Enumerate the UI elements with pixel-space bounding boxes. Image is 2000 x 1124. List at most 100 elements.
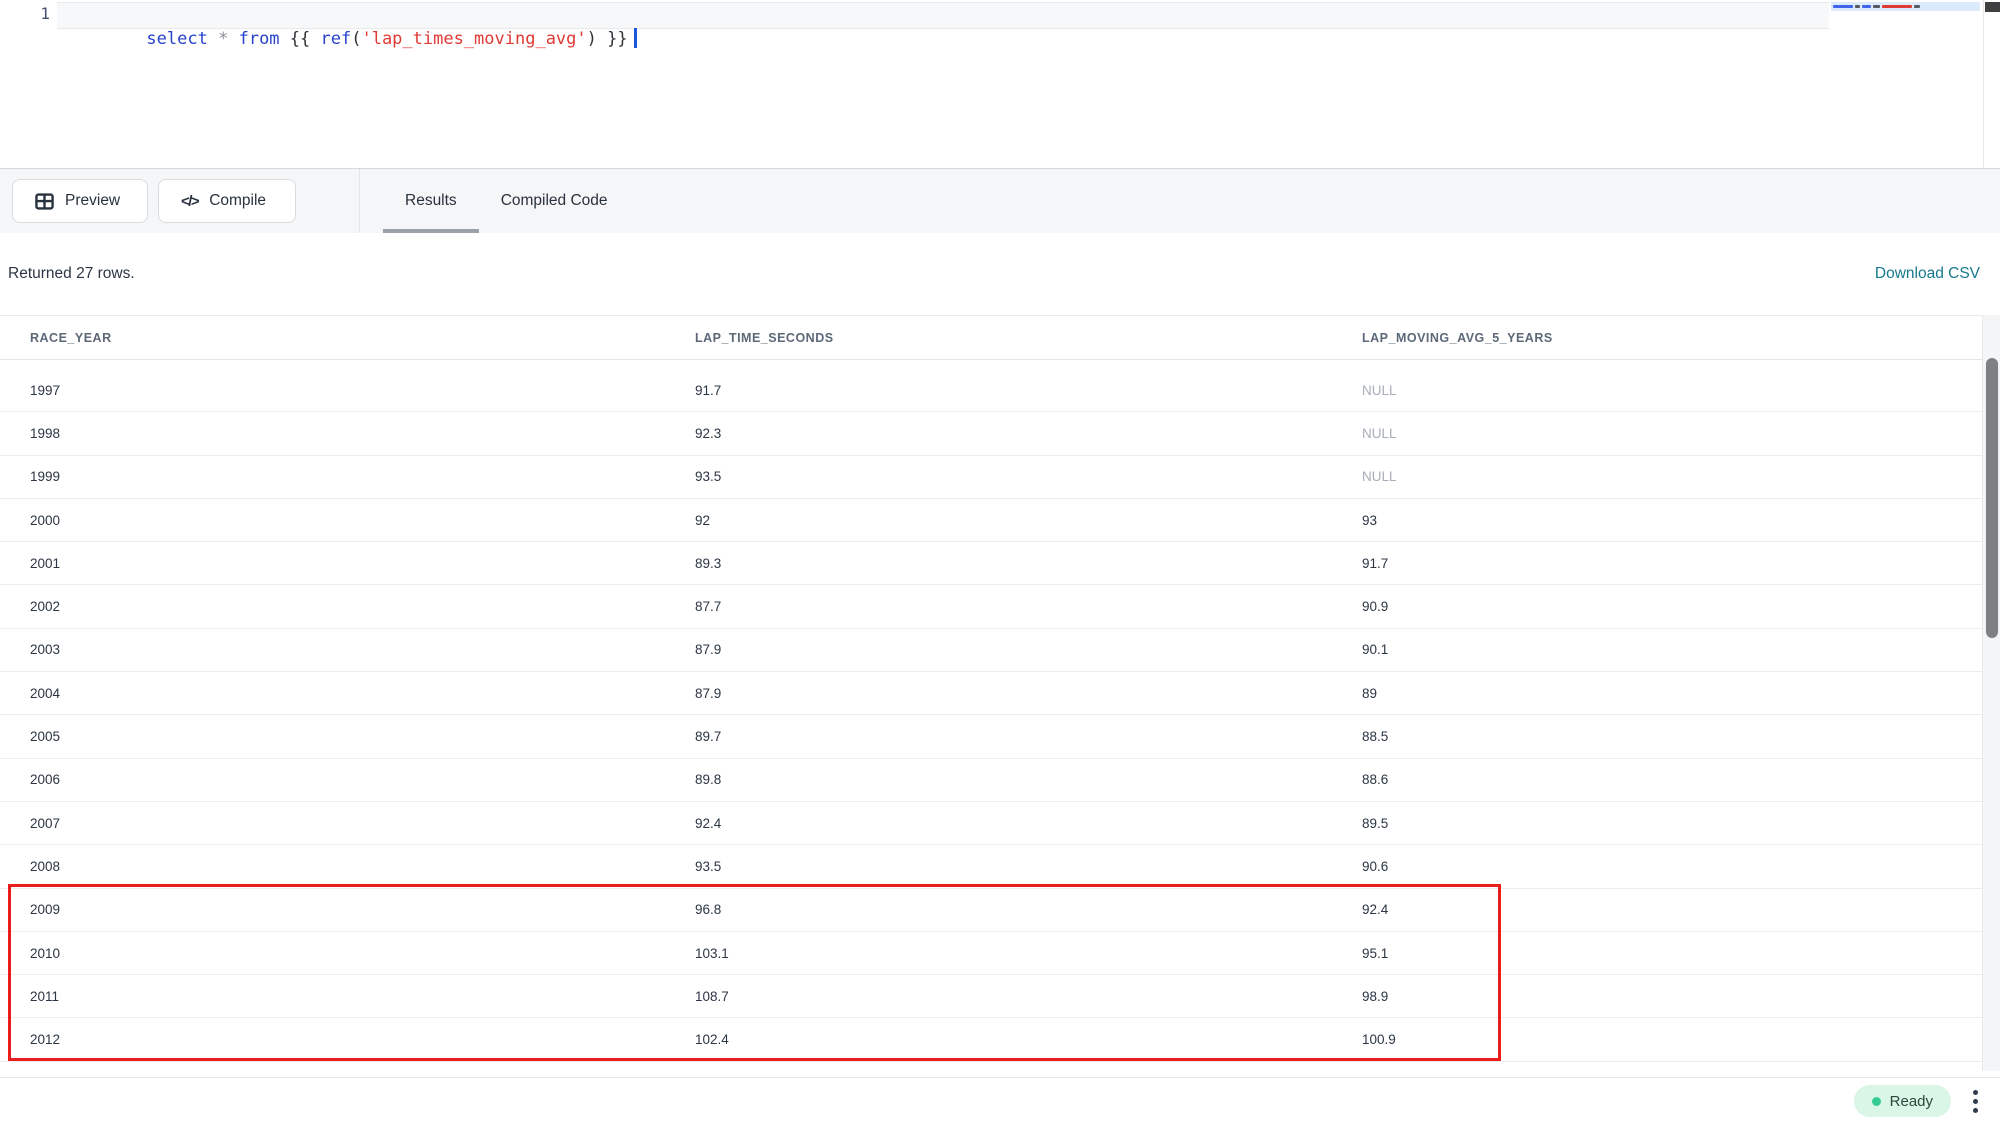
- code-token: [228, 29, 238, 49]
- code-token: *: [218, 29, 228, 49]
- editor-minimap[interactable]: [1831, 0, 1981, 168]
- cell-race-year: 2009: [0, 902, 665, 917]
- cell-race-year: 2012: [0, 1032, 665, 1047]
- minimap-mark: [1862, 5, 1871, 8]
- table-row: 2012 102.4 100.9: [0, 1018, 1982, 1061]
- table-scrollbar-thumb[interactable]: [1986, 358, 1998, 638]
- table-row: 2000 92 93: [0, 499, 1982, 542]
- table-row: 2002 87.7 90.9: [0, 585, 1982, 628]
- table-row: 2007 92.4 89.5: [0, 802, 1982, 845]
- cell-race-year: 2004: [0, 686, 665, 701]
- table-row: 2003 87.9 90.1: [0, 629, 1982, 672]
- cell-lap-time-seconds: 89.3: [665, 556, 1332, 571]
- table-row: 2001 89.3 91.7: [0, 542, 1982, 585]
- cell-lap-time-seconds: 91.7: [665, 383, 1332, 398]
- results-panel: Preview </> Compile Results Compiled Cod…: [0, 168, 2000, 1124]
- results-table: RACE_YEAR LAP_TIME_SECONDS LAP_MOVING_AV…: [0, 315, 1982, 1069]
- cell-lap-moving-avg: 89: [1332, 686, 1982, 701]
- table-row: 2011 108.7 98.9: [0, 975, 1982, 1018]
- cell-race-year: 2006: [0, 772, 665, 787]
- column-header-race-year: RACE_YEAR: [0, 331, 665, 345]
- line-number: 1: [28, 4, 50, 23]
- cell-race-year: 2011: [0, 989, 665, 1004]
- cell-lap-time-seconds: 92.4: [665, 816, 1332, 831]
- cell-lap-moving-avg: 91.7: [1332, 556, 1982, 571]
- cell-lap-moving-avg: NULL: [1332, 469, 1982, 484]
- cell-race-year: 2008: [0, 859, 665, 874]
- cell-race-year: 1999: [0, 469, 665, 484]
- ready-status-label: Ready: [1890, 1093, 1933, 1110]
- cell-lap-moving-avg: 88.6: [1332, 772, 1982, 787]
- cell-race-year: 2010: [0, 946, 665, 961]
- cell-lap-moving-avg: 88.5: [1332, 729, 1982, 744]
- table-row: 1998 92.3 NULL: [0, 412, 1982, 455]
- cell-lap-time-seconds: 87.9: [665, 686, 1332, 701]
- code-token: (: [351, 29, 361, 49]
- cell-lap-moving-avg: 100.9: [1332, 1032, 1982, 1047]
- minimap-mark: [1882, 5, 1912, 8]
- code-line[interactable]: select * from {{ ref('lap_times_moving_a…: [85, 3, 637, 75]
- editor-scrollbar-thumb[interactable]: [1985, 2, 2000, 12]
- preview-button-label: Preview: [65, 192, 120, 210]
- cell-lap-moving-avg: 95.1: [1332, 946, 1982, 961]
- cell-race-year: 2005: [0, 729, 665, 744]
- compile-button[interactable]: </> Compile: [158, 179, 296, 223]
- kebab-menu-icon[interactable]: [1969, 1086, 1982, 1117]
- code-token: }}: [597, 29, 628, 49]
- code-token: from: [239, 29, 280, 49]
- tab-results[interactable]: Results: [383, 169, 479, 233]
- code-token: ref: [321, 29, 352, 49]
- status-dot-icon: [1872, 1097, 1881, 1106]
- table-row: 2006 89.8 88.6: [0, 759, 1982, 802]
- status-bar: Ready: [0, 1077, 2000, 1124]
- cell-race-year: 2000: [0, 513, 665, 528]
- cell-lap-moving-avg: 93: [1332, 513, 1982, 528]
- toolbar-divider: [359, 169, 360, 233]
- table-row: 2005 89.7 88.5: [0, 715, 1982, 758]
- code-token: 'lap_times_moving_avg': [361, 29, 586, 49]
- code-token: [208, 29, 218, 49]
- cell-lap-time-seconds: 92: [665, 513, 1332, 528]
- cell-race-year: 2002: [0, 599, 665, 614]
- minimap-mark: [1833, 5, 1853, 8]
- table-row: 2004 87.9 89: [0, 672, 1982, 715]
- table-row: 2010 103.1 95.1: [0, 932, 1982, 975]
- download-csv-link[interactable]: Download CSV: [1875, 265, 1980, 283]
- minimap-mark: [1873, 5, 1880, 8]
- cell-lap-moving-avg: 92.4: [1332, 902, 1982, 917]
- cell-lap-moving-avg: 90.6: [1332, 859, 1982, 874]
- table-scrollbar[interactable]: [1982, 315, 2000, 1071]
- code-tokens: select * from {{ ref('lap_times_moving_a…: [146, 29, 627, 49]
- cell-lap-moving-avg: 90.9: [1332, 599, 1982, 614]
- cell-lap-time-seconds: 87.7: [665, 599, 1332, 614]
- cell-lap-moving-avg: NULL: [1332, 383, 1982, 398]
- cell-lap-time-seconds: 103.1: [665, 946, 1332, 961]
- row-count-summary: Returned 27 rows.: [8, 265, 135, 283]
- ready-status-badge[interactable]: Ready: [1854, 1085, 1951, 1117]
- cell-lap-moving-avg: NULL: [1332, 426, 1982, 441]
- cell-race-year: 1997: [0, 383, 665, 398]
- code-token: ): [587, 29, 597, 49]
- minimap-mark: [1855, 5, 1860, 8]
- column-header-lap-time-seconds: LAP_TIME_SECONDS: [665, 331, 1332, 345]
- cell-lap-time-seconds: 87.9: [665, 642, 1332, 657]
- cell-lap-time-seconds: 92.3: [665, 426, 1332, 441]
- cell-lap-moving-avg: 98.9: [1332, 989, 1982, 1004]
- cell-race-year: 1998: [0, 426, 665, 441]
- cell-lap-time-seconds: 93.5: [665, 859, 1332, 874]
- table-grid-icon: [35, 192, 54, 211]
- dbt-ide-screen: 1 select * from {{ ref('lap_times_moving…: [0, 0, 2000, 1124]
- preview-button[interactable]: Preview: [12, 179, 148, 223]
- tab-compiled-code[interactable]: Compiled Code: [479, 169, 630, 233]
- table-row: 2009 96.8 92.4: [0, 889, 1982, 932]
- editor-scrollbar[interactable]: [1983, 0, 2000, 168]
- sql-editor[interactable]: 1 select * from {{ ref('lap_times_moving…: [0, 0, 2000, 168]
- column-header-lap-moving-avg: LAP_MOVING_AVG_5_YEARS: [1332, 331, 1982, 345]
- cell-lap-time-seconds: 89.7: [665, 729, 1332, 744]
- cell-lap-moving-avg: 90.1: [1332, 642, 1982, 657]
- cell-lap-moving-avg: 89.5: [1332, 816, 1982, 831]
- table-row: 2008 93.5 90.6: [0, 845, 1982, 888]
- cell-lap-time-seconds: 102.4: [665, 1032, 1332, 1047]
- table-header-row: RACE_YEAR LAP_TIME_SECONDS LAP_MOVING_AV…: [0, 315, 1982, 360]
- cell-lap-time-seconds: 96.8: [665, 902, 1332, 917]
